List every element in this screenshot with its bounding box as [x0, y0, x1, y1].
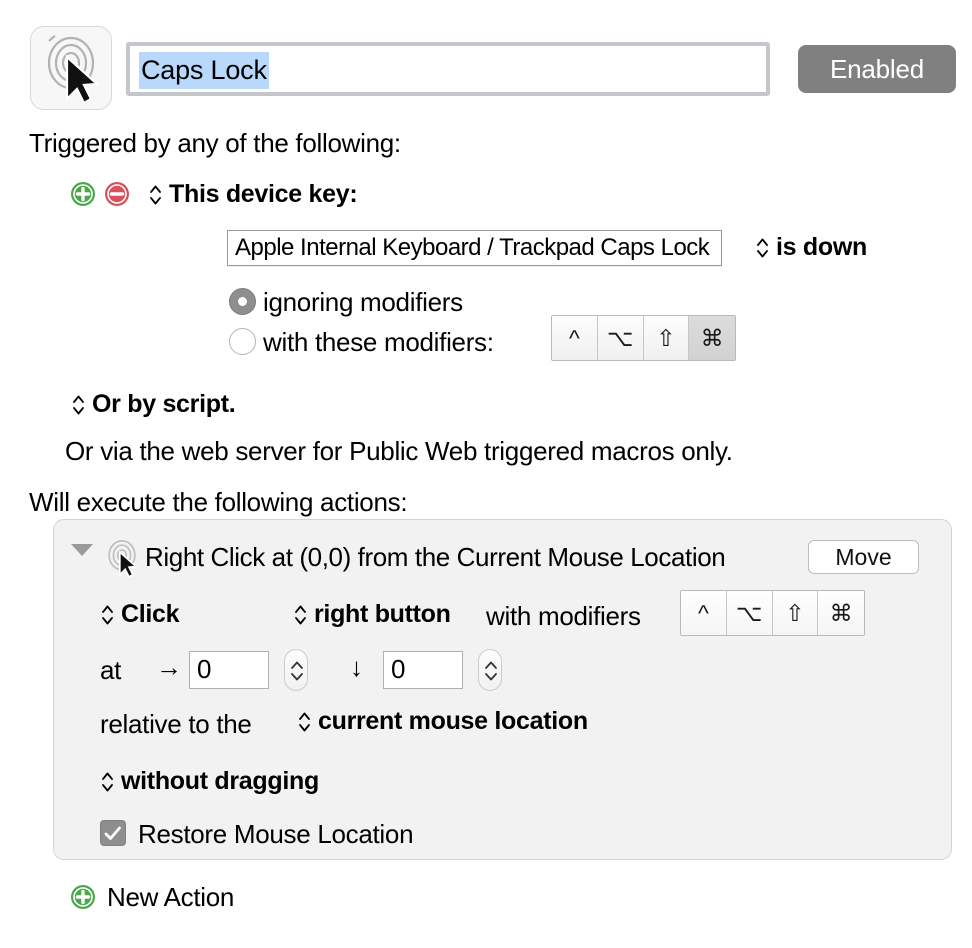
- y-direction-arrow-icon: ↓: [350, 652, 363, 682]
- key-state-popup[interactable]: is down: [755, 233, 867, 262]
- macro-icon-frame[interactable]: [30, 26, 112, 110]
- trigger-modifiers-group[interactable]: ^ ⌥ ⇧ ⌘: [551, 315, 736, 361]
- restore-mouse-location-checkbox[interactable]: [100, 820, 126, 846]
- at-label: at: [100, 655, 122, 685]
- web-server-note: Or via the web server for Public Web tri…: [65, 436, 733, 466]
- trigger-type-popup[interactable]: This device key:: [148, 180, 358, 209]
- device-key-value: Apple Internal Keyboard / Trackpad Caps …: [235, 234, 710, 261]
- option-modifier[interactable]: ⌥: [597, 316, 644, 360]
- or-by-script-popup[interactable]: Or by script.: [71, 390, 236, 419]
- radio-with-these-modifiers-label: with these modifiers:: [263, 327, 494, 357]
- action-panel: Right Click at (0,0) from the Current Mo…: [53, 519, 952, 860]
- chevron-up-down-icon: [293, 601, 308, 629]
- action-modifiers-group[interactable]: ^ ⌥ ⇧ ⌘: [680, 590, 865, 636]
- radio-ignoring-modifiers-label: ignoring modifiers: [263, 287, 463, 317]
- action-title: Right Click at (0,0) from the Current Mo…: [145, 542, 726, 572]
- radio-ignoring-modifiers[interactable]: [229, 288, 256, 315]
- new-action-icon[interactable]: [70, 884, 96, 910]
- x-offset-input[interactable]: 0: [189, 651, 269, 689]
- x-direction-arrow-icon: →: [156, 652, 182, 682]
- mouse-click-icon: [47, 35, 100, 105]
- click-type-label: Click: [121, 600, 180, 628]
- control-modifier[interactable]: ^: [552, 316, 598, 360]
- command-modifier[interactable]: ⌘: [689, 316, 735, 360]
- option-modifier[interactable]: ⌥: [726, 591, 773, 635]
- chevron-up-down-icon: [71, 391, 86, 419]
- chevron-up-down-icon: [100, 601, 115, 629]
- checkmark-icon: [104, 826, 121, 840]
- shift-modifier[interactable]: ⇧: [643, 316, 690, 360]
- chevron-up-down-icon: [148, 181, 163, 209]
- remove-trigger-icon[interactable]: [104, 181, 130, 207]
- dragging-popup[interactable]: without dragging: [100, 767, 319, 796]
- disclosure-triangle-icon[interactable]: [71, 544, 93, 556]
- chevron-up-down-icon: [100, 768, 115, 796]
- mouse-click-icon: [108, 540, 138, 578]
- restore-mouse-location-label: Restore Mouse Location: [138, 819, 414, 849]
- shift-modifier[interactable]: ⇧: [772, 591, 819, 635]
- actions-section-label: Will execute the following actions:: [29, 487, 408, 517]
- device-key-field[interactable]: Apple Internal Keyboard / Trackpad Caps …: [227, 230, 722, 266]
- relative-to-label: relative to the: [100, 709, 252, 739]
- mouse-button-label: right button: [314, 600, 451, 628]
- triggers-section-label: Triggered by any of the following:: [29, 128, 401, 158]
- trigger-type-label: This device key:: [169, 180, 358, 208]
- move-button[interactable]: Move: [808, 540, 919, 574]
- x-offset-value: 0: [197, 654, 212, 684]
- y-offset-value: 0: [391, 654, 406, 684]
- enabled-toggle-button[interactable]: Enabled: [798, 45, 956, 93]
- radio-with-these-modifiers[interactable]: [229, 328, 256, 355]
- macro-name-input[interactable]: Caps Lock: [126, 42, 770, 96]
- macro-header: Caps Lock Enabled: [0, 0, 972, 118]
- chevron-up-down-icon: [297, 708, 312, 736]
- command-modifier[interactable]: ⌘: [818, 591, 864, 635]
- relative-to-value: current mouse location: [318, 707, 588, 735]
- with-modifiers-label: with modifiers: [486, 601, 641, 631]
- macro-name-value: Caps Lock: [139, 52, 269, 89]
- control-modifier[interactable]: ^: [681, 591, 727, 635]
- mouse-button-popup[interactable]: right button: [293, 600, 451, 629]
- y-offset-input[interactable]: 0: [383, 651, 463, 689]
- x-offset-stepper[interactable]: [284, 649, 308, 691]
- or-by-script-label: Or by script.: [92, 390, 236, 418]
- key-state-label: is down: [776, 233, 867, 261]
- dragging-value: without dragging: [121, 767, 319, 795]
- add-trigger-icon[interactable]: [70, 181, 96, 207]
- new-action-label[interactable]: New Action: [107, 882, 234, 913]
- y-offset-stepper[interactable]: [478, 649, 502, 691]
- click-type-popup[interactable]: Click: [100, 600, 180, 629]
- relative-to-popup[interactable]: current mouse location: [297, 707, 588, 736]
- chevron-up-down-icon: [755, 234, 770, 262]
